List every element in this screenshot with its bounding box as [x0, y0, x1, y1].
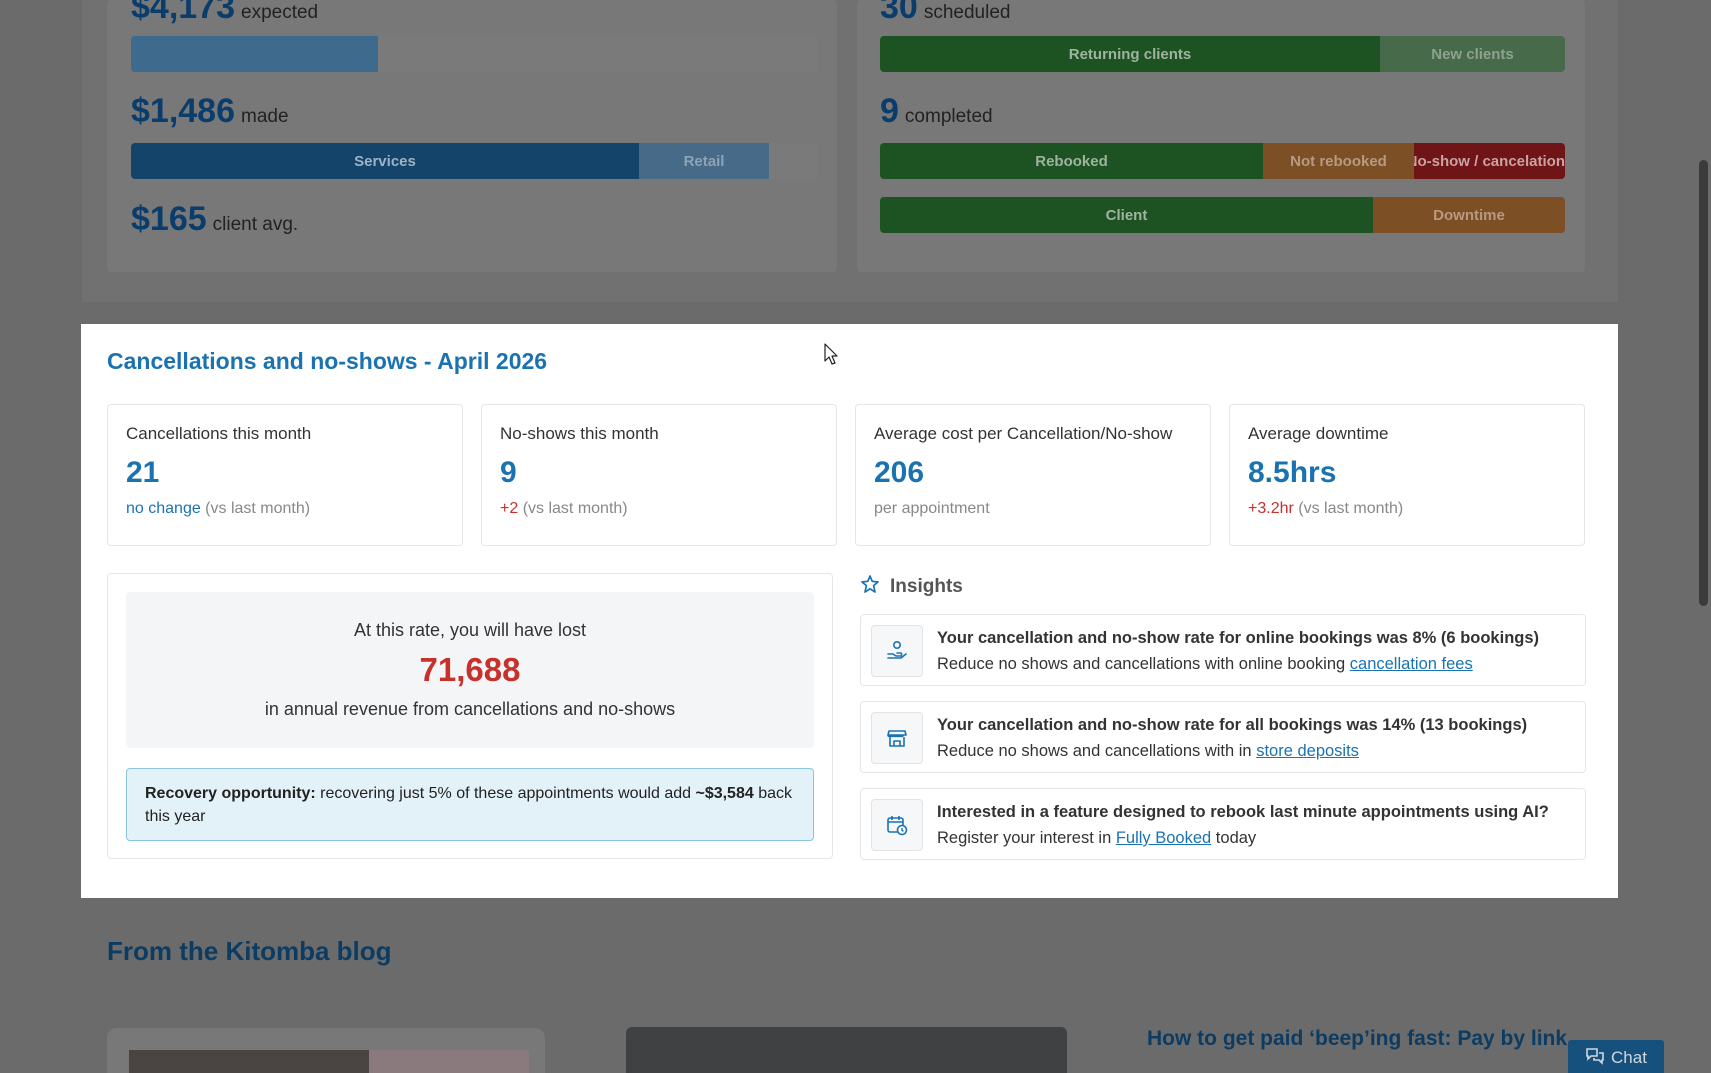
- recovery-opportunity-callout: Recovery opportunity: recovering just 5%…: [126, 768, 814, 841]
- page-scrollbar[interactable]: [1696, 0, 1711, 1073]
- appointments-card: 30 scheduled Returning clients New client…: [857, 0, 1585, 272]
- stat-subtext: no change (vs last month): [126, 500, 311, 517]
- retail-segment[interactable]: Retail: [639, 143, 769, 179]
- insight-fully-booked: Interested in a feature designed to rebo…: [860, 788, 1586, 860]
- expected-progress-bar: [131, 36, 818, 72]
- no-show-segment[interactable]: No-show / cancelation: [1414, 143, 1565, 179]
- chat-button[interactable]: Chat: [1568, 1040, 1664, 1073]
- stat-value: 8.5hrs: [1248, 456, 1337, 489]
- client-time-segment[interactable]: Client: [880, 197, 1373, 233]
- stat-title: No-shows this month: [500, 424, 659, 443]
- stat-title: Cancellations this month: [126, 424, 312, 443]
- recovery-label: Recovery opportunity:: [145, 785, 316, 802]
- mouse-cursor-icon: [824, 343, 838, 370]
- made-breakdown-bar: Services Retail: [131, 143, 818, 179]
- rebooked-segment[interactable]: Rebooked: [880, 143, 1263, 179]
- insight-title: Interested in a feature designed to rebo…: [937, 803, 1549, 821]
- blog-card-image[interactable]: [626, 1027, 1067, 1073]
- recovery-text: recovering just 5% of these appointments…: [315, 785, 696, 802]
- blog-card-image-accent: [369, 1050, 529, 1073]
- sparkle-icon: [860, 574, 880, 600]
- cancellations-stat-card: Cancellations this month 21 no change (v…: [107, 404, 463, 546]
- new-clients-segment[interactable]: New clients: [1380, 36, 1565, 72]
- revenue-loss-panel: At this rate, you will have lost 71,688 …: [107, 573, 833, 859]
- stat-value: 21: [126, 456, 160, 489]
- chat-icon: [1585, 1047, 1605, 1070]
- stat-subtext: +2 (vs last month): [500, 500, 628, 517]
- stat-value: 9: [500, 456, 517, 489]
- insight-title: Your cancellation and no-show rate for o…: [937, 629, 1540, 647]
- cancellations-section: Cancellations and no-shows - April 2026 …: [81, 324, 1618, 898]
- stat-title: Average cost per Cancellation/No-show: [874, 424, 1173, 443]
- stat-subtext: per appointment: [874, 500, 990, 517]
- loss-outro-text: in annual revenue from cancellations and…: [264, 699, 676, 719]
- blog-card-image: [129, 1050, 369, 1073]
- expected-revenue: $4,173 expected: [131, 0, 319, 26]
- services-segment[interactable]: Services: [131, 143, 639, 179]
- blog-article-link[interactable]: How to get paid ‘beep’ing fast: Pay by l…: [1147, 1027, 1567, 1051]
- scheduled-breakdown-bar: Returning clients New clients: [880, 36, 1565, 72]
- store-deposits-link[interactable]: store deposits: [1256, 742, 1359, 760]
- section-title: Cancellations and no-shows - April 2026: [107, 348, 548, 374]
- recovery-amount: ~$3,584: [695, 785, 754, 802]
- time-breakdown-bar: Client Downtime: [880, 197, 1565, 233]
- scheduled-count: 30 scheduled: [880, 0, 1011, 26]
- revenue-card: $4,173 expected $1,486 made Services Retai…: [107, 0, 837, 272]
- no-shows-stat-card: No-shows this month 9 +2 (vs last month): [481, 404, 837, 546]
- completed-breakdown-bar: Rebooked Not rebooked No-show / cancelat…: [880, 143, 1565, 179]
- insight-all-bookings: Your cancellation and no-show rate for a…: [860, 701, 1586, 773]
- average-cost-stat-card: Average cost per Cancellation/No-show 20…: [855, 404, 1211, 546]
- stat-subtext: +3.2hr (vs last month): [1248, 500, 1404, 517]
- insight-online-bookings: Your cancellation and no-show rate for o…: [860, 614, 1586, 686]
- insights-title: Insights: [890, 576, 963, 597]
- not-rebooked-segment[interactable]: Not rebooked: [1263, 143, 1414, 179]
- calendar-clock-icon: [871, 799, 923, 851]
- client-average: $165 client avg.: [131, 200, 299, 238]
- stat-value: 206: [874, 456, 925, 489]
- average-downtime-stat-card: Average downtime 8.5hrs +3.2hr (vs last …: [1229, 404, 1585, 546]
- loss-amount: 71,688: [419, 651, 521, 688]
- store-icon: [871, 712, 923, 764]
- loss-intro-text: At this rate, you will have lost: [353, 620, 587, 640]
- blog-card[interactable]: [107, 1028, 545, 1073]
- returning-clients-segment[interactable]: Returning clients: [880, 36, 1380, 72]
- blog-section-title: From the Kitomba blog: [107, 936, 392, 966]
- hand-coin-icon: [871, 625, 923, 677]
- stat-title: Average downtime: [1248, 424, 1389, 443]
- completed-count: 9 completed: [880, 92, 993, 130]
- fully-booked-link[interactable]: Fully Booked: [1116, 829, 1211, 847]
- cancellation-fees-link[interactable]: cancellation fees: [1350, 655, 1473, 673]
- chat-label: Chat: [1611, 1048, 1647, 1067]
- revenue-loss-box: At this rate, you will have lost 71,688 …: [126, 592, 814, 748]
- scrollbar-thumb[interactable]: [1699, 160, 1708, 606]
- insights-heading: Insights: [860, 574, 963, 600]
- expected-progress-fill: [131, 36, 379, 72]
- made-revenue: $1,486 made: [131, 92, 289, 130]
- downtime-segment[interactable]: Downtime: [1373, 197, 1565, 233]
- insight-title: Your cancellation and no-show rate for a…: [937, 716, 1528, 734]
